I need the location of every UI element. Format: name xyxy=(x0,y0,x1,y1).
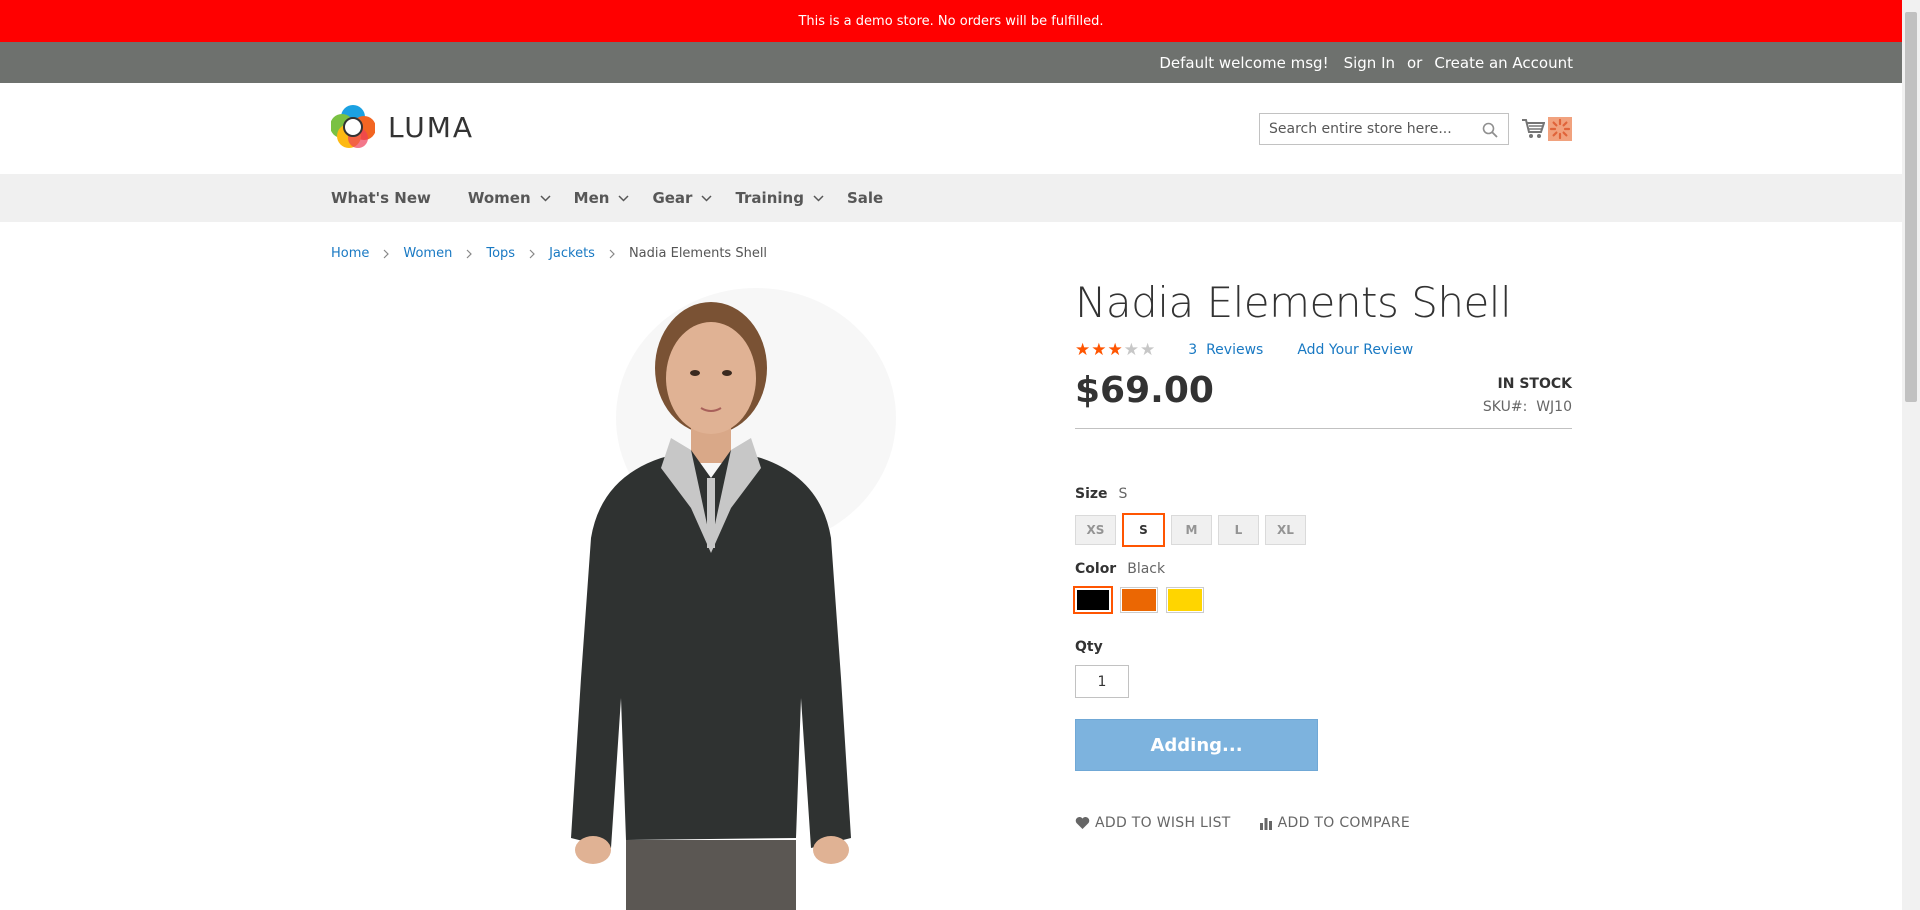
color-label: Color xyxy=(1075,561,1117,577)
breadcrumb-tops[interactable]: Tops xyxy=(486,246,515,261)
chevron-right-icon xyxy=(383,249,390,258)
sku-value: WJ10 xyxy=(1536,399,1572,415)
color-swatches xyxy=(1073,586,1204,614)
add-to-wishlist-link[interactable]: Add to Wish List xyxy=(1075,815,1231,831)
header-links: Default welcome msg! Sign In or Create a… xyxy=(1159,42,1573,83)
add-to-cart-button[interactable]: Adding... xyxy=(1075,719,1318,771)
nav-item-gear[interactable]: Gear xyxy=(652,189,712,207)
color-option-orange[interactable] xyxy=(1120,587,1158,613)
logo-text: LUMA xyxy=(388,110,475,144)
breadcrumb: Home Women Tops Jackets Nadia Elements S… xyxy=(331,246,767,261)
luma-logo-icon xyxy=(331,105,375,148)
color-option-black[interactable] xyxy=(1073,586,1113,614)
star-icon: ★ xyxy=(1091,340,1107,360)
demo-notice: This is a demo store. No orders will be … xyxy=(0,0,1902,42)
search-box xyxy=(1259,113,1509,145)
compare-chart-icon xyxy=(1259,818,1272,830)
size-label: Size xyxy=(1075,486,1108,502)
size-attribute: Size S xyxy=(1075,486,1127,502)
nav-item-label: Men xyxy=(573,189,610,207)
chevron-down-icon xyxy=(540,194,551,202)
qty-input[interactable] xyxy=(1075,665,1129,698)
divider xyxy=(1075,428,1572,429)
rating-summary: ★ ★ ★ ★ ★ 3 Reviews Add Your Review xyxy=(1075,340,1413,360)
sku-label: SKU#: xyxy=(1482,399,1528,415)
reviews-count: 3 xyxy=(1188,342,1198,358)
star-icon: ★ xyxy=(1075,340,1091,360)
size-option-s[interactable]: S xyxy=(1122,513,1165,547)
loading-spinner-icon xyxy=(1548,117,1572,141)
sign-in-link[interactable]: Sign In xyxy=(1344,54,1395,72)
logo[interactable]: LUMA xyxy=(331,104,474,150)
stock-status: IN STOCK xyxy=(1497,376,1572,392)
nav-item-men[interactable]: Men xyxy=(574,189,630,207)
add-review-link[interactable]: Add Your Review xyxy=(1297,342,1413,358)
chevron-right-icon xyxy=(466,249,473,258)
size-option-l[interactable]: L xyxy=(1218,515,1259,545)
page-scrollbar[interactable] xyxy=(1902,0,1920,910)
color-selected-value: Black xyxy=(1127,561,1166,577)
site-header: LUMA xyxy=(0,83,1902,174)
demo-notice-text: This is a demo store. No orders will be … xyxy=(798,13,1104,29)
size-selected-value: S xyxy=(1118,486,1128,502)
breadcrumb-jackets[interactable]: Jackets xyxy=(549,246,595,261)
nav-item-training[interactable]: Training xyxy=(735,189,824,207)
color-attribute: Color Black xyxy=(1075,561,1165,577)
color-option-yellow[interactable] xyxy=(1166,587,1204,613)
welcome-message: Default welcome msg! xyxy=(1159,53,1329,72)
reviews-label: Reviews xyxy=(1206,342,1264,358)
scrollbar-thumb[interactable] xyxy=(1905,12,1917,402)
search-icon[interactable] xyxy=(1482,122,1498,138)
nav-item-label: What's New xyxy=(331,189,431,207)
nav-item-label: Women xyxy=(467,189,531,207)
page-title: Nadia Elements Shell xyxy=(1075,278,1512,327)
nav-item-sale[interactable]: Sale xyxy=(847,189,883,207)
product-image-gallery[interactable] xyxy=(331,278,1031,910)
nav-item-label: Training xyxy=(735,189,804,207)
product-social-links: Add to Wish List Add to Compare xyxy=(1075,815,1410,831)
wishlist-label: Add to Wish List xyxy=(1095,815,1231,831)
breadcrumb-home[interactable]: Home xyxy=(331,246,369,261)
nav-item-whats-new[interactable]: What's New xyxy=(331,189,431,207)
qty-label: Qty xyxy=(1075,639,1103,655)
chevron-down-icon xyxy=(701,194,712,202)
or-text: or xyxy=(1407,53,1423,72)
main-navigation: What's New Women Men Gear Training Sale xyxy=(0,174,1902,222)
product-price: $69.00 xyxy=(1075,370,1214,411)
create-account-link[interactable]: Create an Account xyxy=(1434,54,1573,72)
size-option-m[interactable]: M xyxy=(1171,515,1212,545)
size-option-xl[interactable]: XL xyxy=(1265,515,1306,545)
nav-item-label: Sale xyxy=(846,189,884,207)
star-icon: ★ xyxy=(1140,340,1156,360)
chevron-right-icon xyxy=(609,249,615,258)
cart-icon[interactable] xyxy=(1521,118,1545,140)
size-option-xs[interactable]: XS xyxy=(1075,515,1116,545)
rating-stars: ★ ★ ★ ★ ★ xyxy=(1075,340,1155,360)
size-swatches: XS S M L XL xyxy=(1075,513,1306,547)
chevron-down-icon xyxy=(813,194,824,202)
heart-icon xyxy=(1075,817,1090,829)
search-input[interactable] xyxy=(1260,114,1470,144)
breadcrumb-current: Nadia Elements Shell xyxy=(628,246,768,261)
add-to-compare-link[interactable]: Add to Compare xyxy=(1259,815,1410,831)
compare-label: Add to Compare xyxy=(1277,815,1411,831)
reviews-link[interactable]: 3 Reviews xyxy=(1188,342,1263,358)
nav-item-label: Gear xyxy=(652,189,693,207)
breadcrumb-women[interactable]: Women xyxy=(403,246,452,261)
sku: SKU#: WJ10 xyxy=(1483,399,1572,415)
chevron-down-icon xyxy=(618,194,629,202)
star-icon: ★ xyxy=(1123,340,1139,360)
nav-item-women[interactable]: Women xyxy=(468,189,551,207)
star-icon: ★ xyxy=(1107,340,1123,360)
chevron-right-icon xyxy=(529,249,535,258)
header-panel: Default welcome msg! Sign In or Create a… xyxy=(0,42,1902,83)
product-photo xyxy=(571,288,896,910)
